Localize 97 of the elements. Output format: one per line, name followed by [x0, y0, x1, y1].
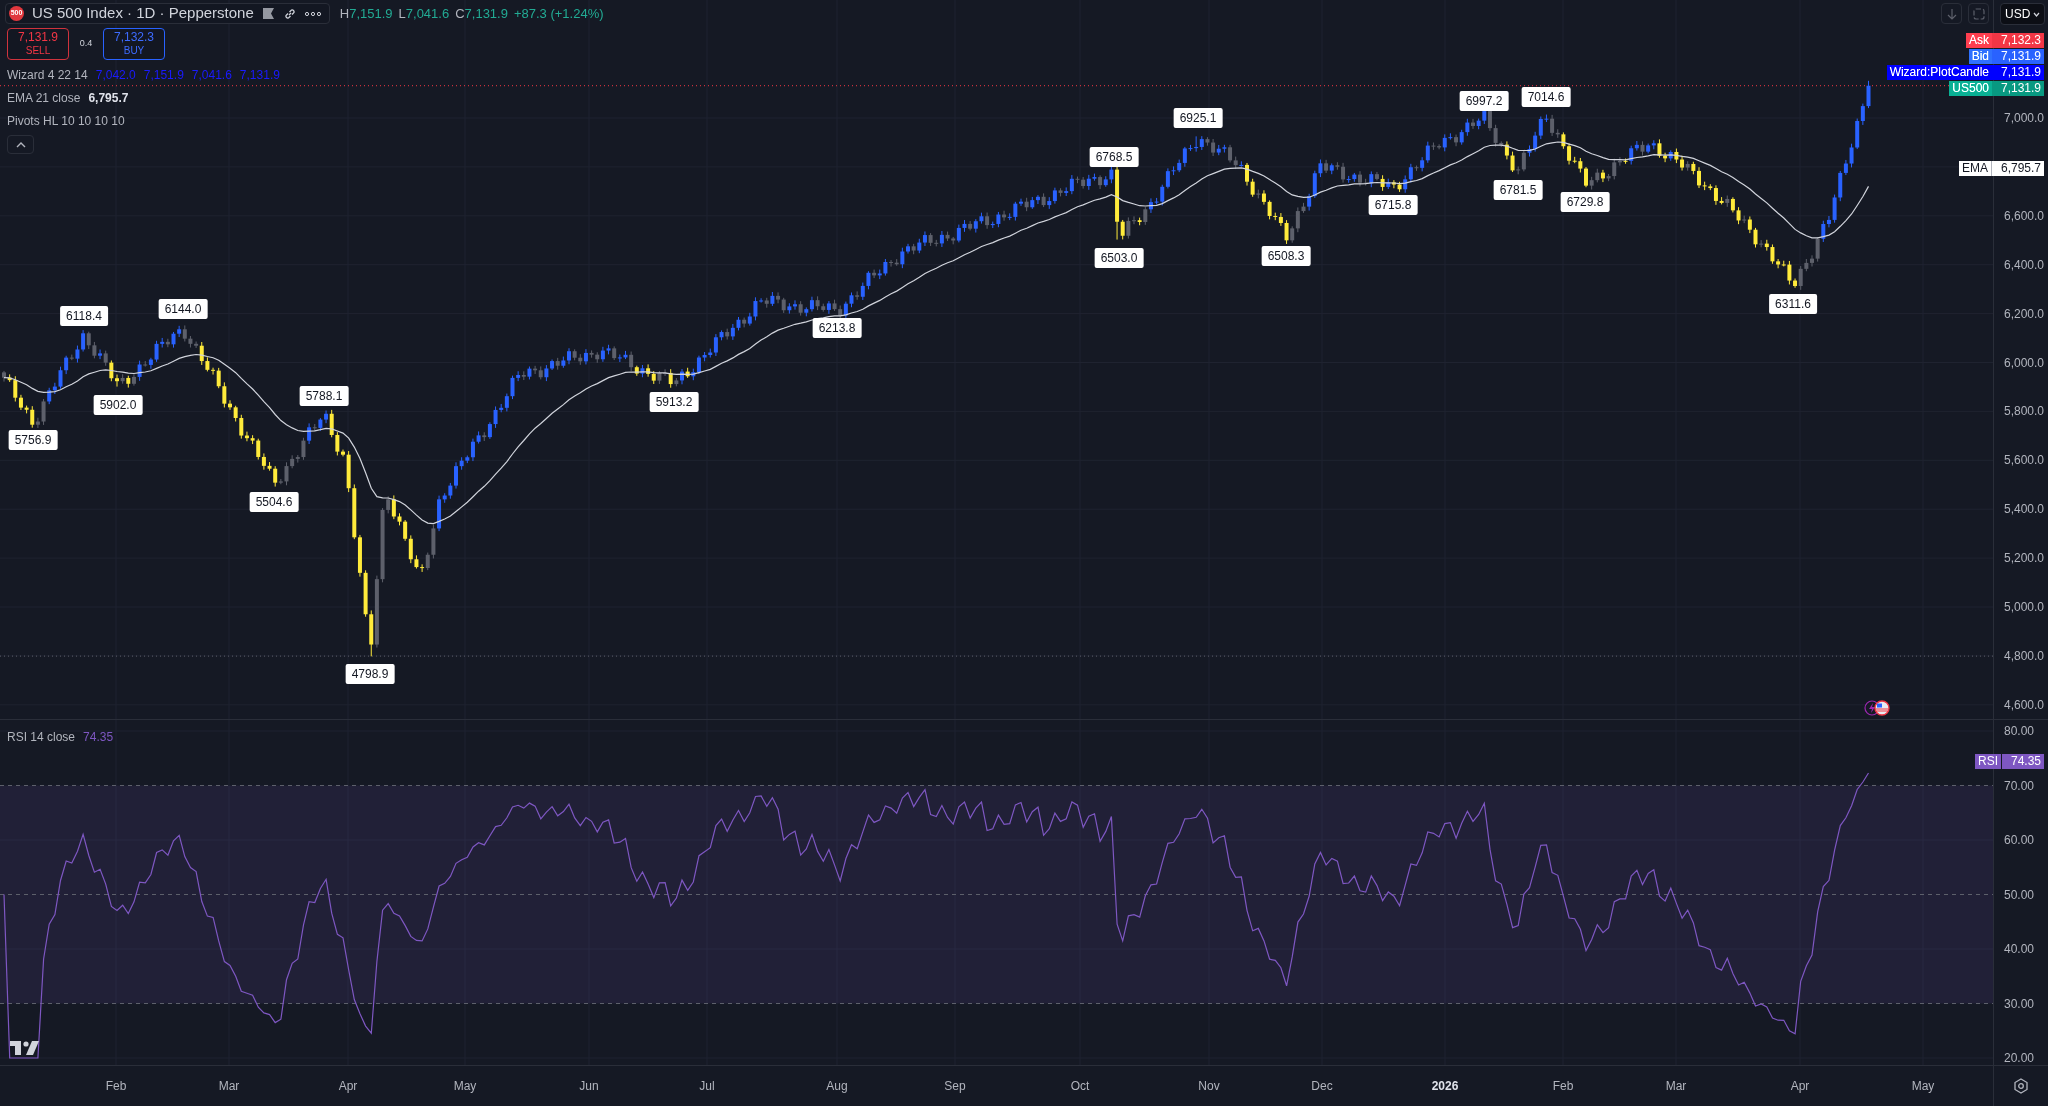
arrow-down-icon: [1946, 7, 1957, 20]
more-icon[interactable]: [304, 10, 321, 17]
indicator-name: Wizard 4 22 14: [7, 67, 88, 84]
pivot-label: 5756.9: [8, 430, 58, 451]
flag-icon[interactable]: [1874, 700, 1890, 716]
pivot-label: 6781.5: [1493, 179, 1543, 200]
pivot-label: 6925.1: [1173, 108, 1223, 129]
axis-label: Sep: [944, 1079, 966, 1093]
axis-label: 5,000.0: [2003, 600, 2044, 614]
axis-label: May: [453, 1079, 477, 1093]
flag-icon[interactable]: [261, 7, 275, 20]
axis-label: 4,600.0: [2003, 697, 2044, 712]
spread-value: 0.4: [78, 37, 94, 51]
price-change: +87.3 (+1.24%): [513, 4, 604, 23]
axis-label: Feb: [1552, 1079, 1574, 1093]
indicator-value: 7,042.0: [95, 67, 136, 84]
pivot-label: 7014.6: [1521, 86, 1571, 107]
square-icon: [1972, 7, 1985, 20]
price-tag-label: Ask: [1966, 33, 1992, 48]
axis-label: 6,400.0: [2003, 257, 2044, 272]
pivot-label: 5788.1: [299, 386, 349, 407]
pivot-label: 4798.9: [345, 664, 395, 685]
price-tag-label: RSI: [1975, 753, 2001, 769]
indicator-value: 7,041.6: [191, 67, 232, 84]
axis-label: 20.00: [2004, 1051, 2035, 1065]
indicator-value: 6,795.7: [88, 90, 129, 107]
axis-label: Nov: [1198, 1079, 1220, 1093]
price-tag: 7,131.9: [1992, 49, 2044, 64]
pivot-label: 6503.0: [1094, 247, 1144, 268]
caret-up-icon: [15, 141, 26, 148]
pivot-label: 6508.3: [1261, 246, 1311, 267]
pivot-label: 5902.0: [93, 394, 143, 415]
axis-label: Dec: [1311, 1079, 1333, 1093]
pivot-label: 6997.2: [1459, 90, 1509, 111]
price-tag-label: Bid: [1968, 49, 1992, 64]
price-tag: 74.35: [2002, 753, 2044, 769]
indicator-name: Pivots HL 10 10 10 10: [7, 113, 125, 130]
pivot-label: 6729.8: [1560, 192, 1610, 213]
axis-label: 6,000.0: [2003, 355, 2044, 370]
price-tag: 6,795.7: [1992, 160, 2044, 176]
pivot-label: 6144.0: [158, 299, 208, 320]
chart-title: US 500 Index · 1D · Pepperstone: [32, 3, 254, 24]
axis-label: 5,600.0: [2003, 453, 2044, 468]
axis-label: Jul: [699, 1079, 715, 1093]
logo-icon[interactable]: [10, 1041, 40, 1055]
indicator-value: 7,131.9: [239, 67, 280, 84]
axis-label: Feb: [105, 1079, 127, 1093]
axis-label: 60.00: [2004, 833, 2035, 847]
pivot-label: 6715.8: [1368, 195, 1418, 216]
axis-label: 40.00: [2004, 942, 2035, 956]
scroll-down-button[interactable]: [1941, 3, 1962, 24]
axis-label: Oct: [1070, 1079, 1090, 1093]
axis-label: 7,000.0: [2003, 111, 2044, 125]
axis-label: 5,400.0: [2003, 502, 2044, 517]
ohlc-value: H7,151.9: [339, 4, 393, 23]
axis-label: Mar: [1665, 1079, 1687, 1093]
axis-label: 80.00: [2004, 724, 2035, 738]
price-tag-label: US500: [1949, 81, 1992, 96]
collapse-button[interactable]: [7, 135, 34, 154]
axis-label: Aug: [826, 1079, 848, 1093]
axis-label: 6,600.0: [2003, 208, 2044, 223]
price-tag: 7,132.3: [1992, 33, 2044, 48]
ohlc-value: L7,041.6: [398, 4, 450, 23]
ohlc-value: C7,131.9: [455, 4, 508, 23]
link-icon[interactable]: [282, 6, 297, 21]
price-tag: 7,131.9: [1992, 81, 2044, 96]
indicator-value: 74.35: [83, 729, 114, 746]
indicator-value: 7,151.9: [143, 67, 184, 84]
axis-label: 4,800.0: [2003, 648, 2044, 663]
axis-label: Apr: [338, 1079, 358, 1093]
pivot-label: 5913.2: [649, 391, 699, 412]
buy-button[interactable]: 7,132.3 BUY: [103, 28, 165, 60]
indicator-name: EMA 21 close: [7, 90, 81, 107]
axis-label: 30.00: [2004, 996, 2035, 1011]
axis-label: 5,800.0: [2003, 404, 2044, 419]
axis-label: Jun: [579, 1079, 599, 1093]
price-tag-label: EMA: [1959, 160, 1992, 176]
price-tag-label: Wizard:PlotCandle: [1886, 65, 1992, 80]
indicator-name: RSI 14 close: [7, 729, 76, 746]
pivot-label: 6118.4: [60, 305, 108, 326]
axis-label: 70.00: [2004, 778, 2035, 793]
pivot-label: 6311.6: [1769, 294, 1817, 315]
axis-label: 6,200.0: [2003, 306, 2044, 321]
axis-label: 50.00: [2004, 887, 2035, 902]
axis-label: May: [1911, 1079, 1935, 1093]
axis-label: 5,200.0: [2003, 551, 2044, 566]
sell-button[interactable]: 7,131.9 SELL: [7, 28, 69, 60]
axis-label: Apr: [1790, 1079, 1810, 1093]
pivot-label: 6213.8: [812, 318, 862, 339]
axis-label: 2026: [1431, 1079, 1459, 1093]
pivot-label: 5504.6: [249, 491, 299, 512]
chevron-down-icon: [2033, 11, 2040, 17]
pivot-label: 6768.5: [1089, 146, 1139, 167]
settings-icon[interactable]: [2013, 1078, 2029, 1094]
axis-label: Mar: [218, 1079, 240, 1093]
currency-dropdown[interactable]: USD: [2000, 3, 2045, 25]
price-tag: 7,131.9: [1992, 65, 2044, 80]
